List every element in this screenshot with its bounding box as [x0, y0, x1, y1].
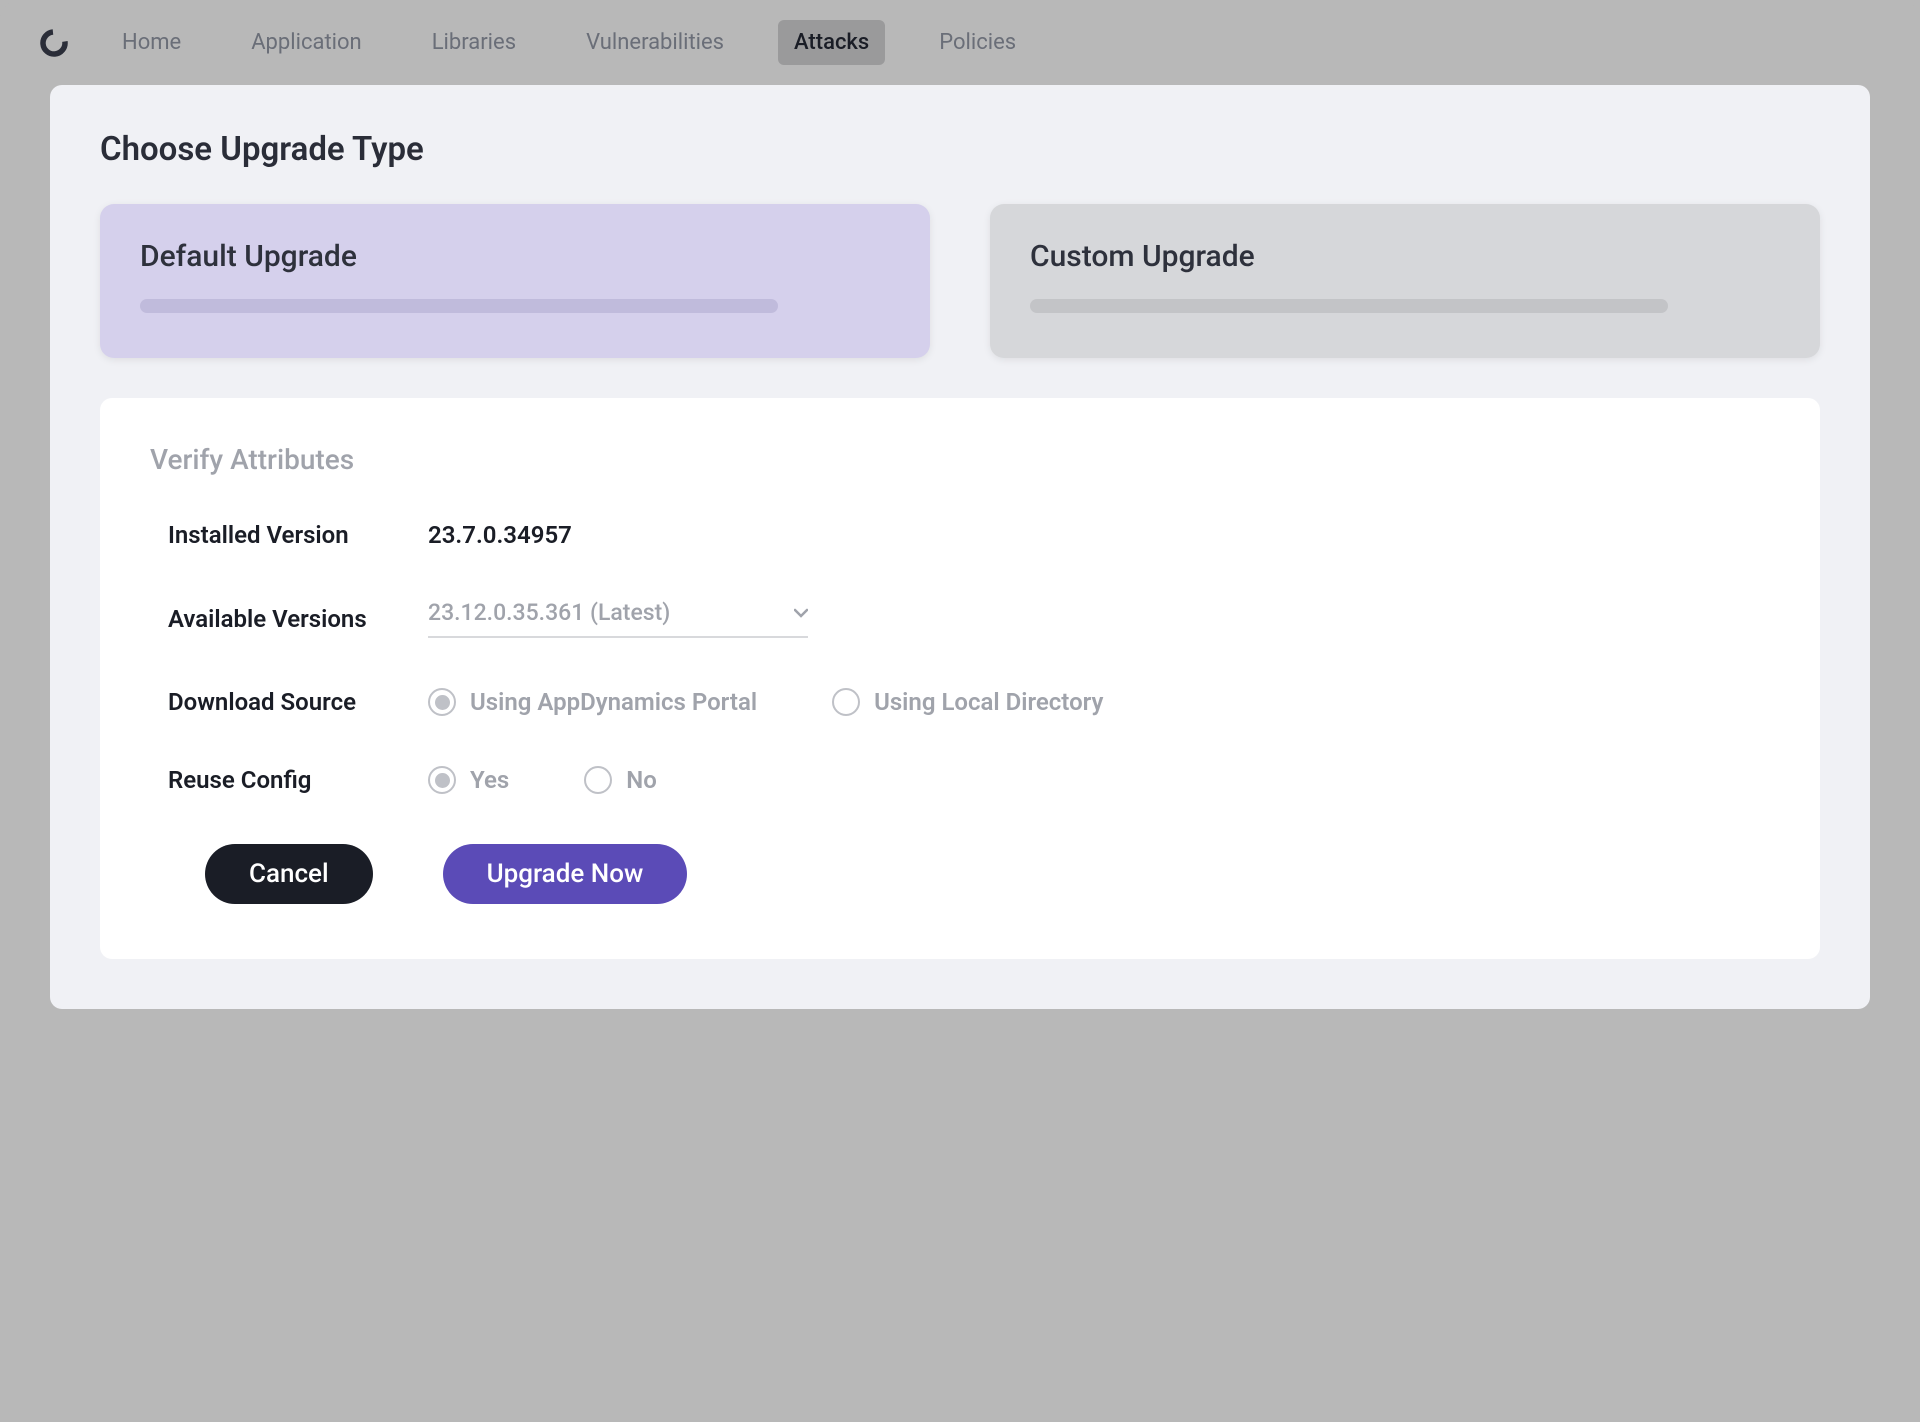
radio-yes[interactable]: Yes [428, 766, 509, 794]
download-source-row: Download Source Using AppDynamics Portal… [150, 688, 1770, 716]
download-source-group: Using AppDynamics Portal Using Local Dir… [428, 688, 1103, 716]
app-logo-icon [40, 29, 68, 57]
radio-local[interactable]: Using Local Directory [832, 688, 1103, 716]
custom-upgrade-title: Custom Upgrade [1030, 239, 1780, 274]
nav-policies[interactable]: Policies [923, 20, 1032, 65]
radio-circle-icon [428, 766, 456, 794]
radio-no[interactable]: No [584, 766, 657, 794]
nav-bar: Home Application Libraries Vulnerabiliti… [0, 0, 1920, 85]
radio-portal[interactable]: Using AppDynamics Portal [428, 688, 757, 716]
attributes-panel: Verify Attributes Installed Version 23.7… [100, 398, 1820, 959]
installed-version-row: Installed Version 23.7.0.34957 [150, 521, 1770, 549]
radio-yes-label: Yes [470, 766, 509, 794]
available-versions-value: 23.12.0.35.361 (Latest) [428, 599, 670, 626]
upgrade-modal: Choose Upgrade Type Default Upgrade Cust… [50, 85, 1870, 1009]
custom-upgrade-bar [1030, 299, 1668, 313]
available-versions-row: Available Versions 23.12.0.35.361 (Lates… [150, 599, 1770, 638]
installed-version-label: Installed Version [168, 521, 428, 549]
app-window: Home Application Libraries Vulnerabiliti… [0, 0, 1920, 1422]
installed-version-value: 23.7.0.34957 [428, 521, 572, 549]
button-row: Cancel Upgrade Now [150, 844, 1770, 904]
modal-title: Choose Upgrade Type [100, 130, 1820, 169]
radio-no-label: No [626, 766, 657, 794]
nav-attacks[interactable]: Attacks [778, 20, 885, 65]
reuse-config-group: Yes No [428, 766, 657, 794]
available-versions-dropdown[interactable]: 23.12.0.35.361 (Latest) [428, 599, 808, 638]
reuse-config-label: Reuse Config [168, 766, 428, 794]
reuse-config-row: Reuse Config Yes No [150, 766, 1770, 794]
upgrade-now-button[interactable]: Upgrade Now [443, 844, 688, 904]
default-upgrade-card[interactable]: Default Upgrade [100, 204, 930, 358]
nav-home[interactable]: Home [106, 20, 197, 65]
radio-circle-icon [584, 766, 612, 794]
radio-circle-icon [428, 688, 456, 716]
radio-portal-label: Using AppDynamics Portal [470, 688, 757, 716]
custom-upgrade-card[interactable]: Custom Upgrade [990, 204, 1820, 358]
nav-libraries[interactable]: Libraries [416, 20, 532, 65]
attributes-title: Verify Attributes [150, 443, 1770, 476]
default-upgrade-bar [140, 299, 778, 313]
radio-local-label: Using Local Directory [874, 688, 1103, 716]
nav-vulnerabilities[interactable]: Vulnerabilities [570, 20, 740, 65]
available-versions-label: Available Versions [168, 605, 428, 633]
download-source-label: Download Source [168, 688, 428, 716]
cancel-button[interactable]: Cancel [205, 844, 373, 904]
chevron-down-icon [794, 603, 808, 622]
upgrade-type-row: Default Upgrade Custom Upgrade [100, 204, 1820, 358]
nav-application[interactable]: Application [235, 20, 377, 65]
radio-circle-icon [832, 688, 860, 716]
default-upgrade-title: Default Upgrade [140, 239, 890, 274]
